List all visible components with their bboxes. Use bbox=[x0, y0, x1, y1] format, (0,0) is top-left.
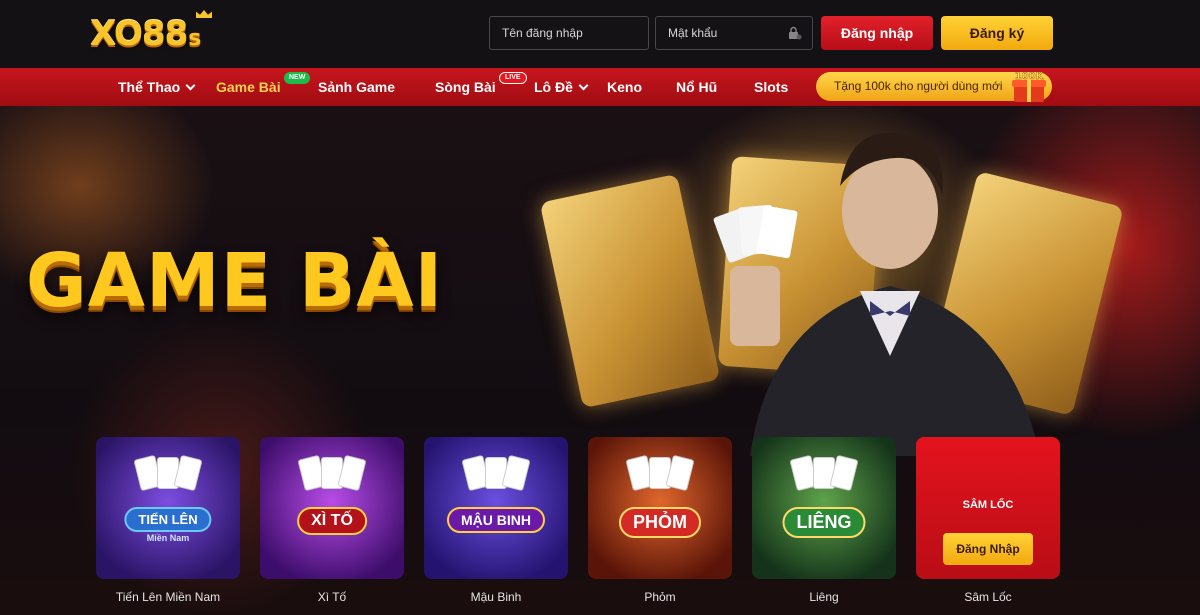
dealer-illustration bbox=[713, 133, 1040, 456]
game-plate: XÌ TỐ bbox=[297, 507, 367, 535]
game-plate-text: TIẾN LÊN bbox=[138, 512, 198, 527]
cards-icon bbox=[625, 454, 695, 501]
nav-label: Lô Đề bbox=[534, 79, 573, 95]
nav-item-the-thao[interactable]: Thể Thao bbox=[118, 68, 196, 106]
logo-text: XO88 bbox=[90, 14, 188, 54]
nav-item-slots[interactable]: Slots bbox=[754, 68, 788, 106]
cards-icon bbox=[297, 454, 367, 501]
logo-suffix: s bbox=[188, 26, 202, 51]
top-bar: XO88 s Tên đăng nhập Mật khẩu Đăng nhập … bbox=[0, 0, 1200, 68]
cards-icon bbox=[789, 454, 859, 501]
gift-text: 100K bbox=[1015, 71, 1045, 82]
game-plate-text: LIÊNG bbox=[796, 512, 852, 532]
game-label[interactable]: Phỏm bbox=[588, 590, 732, 604]
game-label[interactable]: Mậu Binh bbox=[424, 590, 568, 604]
nav-label: Sảnh Game bbox=[318, 79, 396, 95]
nav-item-game-bai[interactable]: Game Bài bbox=[216, 68, 281, 106]
gift-box-icon[interactable]: 100K bbox=[1006, 70, 1052, 104]
game-plate: MẬU BINH bbox=[447, 507, 545, 533]
game-label[interactable]: Liêng bbox=[752, 590, 896, 604]
game-plate-text: PHỎM bbox=[633, 512, 687, 532]
game-plate: PHỎM bbox=[619, 507, 701, 538]
game-plate-text: MẬU BINH bbox=[461, 512, 531, 528]
hero-title: GAME BÀI bbox=[26, 238, 444, 324]
cards-icon bbox=[461, 454, 531, 501]
game-label[interactable]: Tiến Lên Miền Nam bbox=[96, 590, 240, 604]
new-badge: NEW bbox=[284, 72, 311, 84]
nav-item-song-bai[interactable]: Sòng Bài bbox=[435, 68, 496, 106]
game-tile-xi-to[interactable]: XÌ TỐ bbox=[260, 437, 404, 579]
game-tile-sam-loc[interactable]: SÂM LỐC Đăng Nhập bbox=[916, 437, 1060, 579]
site-logo[interactable]: XO88 s bbox=[90, 10, 212, 54]
nav-item-lo-de[interactable]: Lô Đề bbox=[534, 68, 589, 106]
nav-label: Sòng Bài bbox=[435, 79, 496, 95]
password-placeholder: Mật khẩu bbox=[668, 26, 718, 40]
nav-label: Keno bbox=[607, 79, 642, 95]
nav-label: Slots bbox=[754, 79, 789, 95]
register-button[interactable]: Đăng ký bbox=[941, 16, 1053, 50]
nav-item-keno[interactable]: Keno bbox=[607, 68, 642, 106]
locked-game-title: SÂM LỐC bbox=[962, 499, 1014, 511]
chevron-down-icon bbox=[185, 80, 196, 91]
game-tile-lieng[interactable]: LIÊNG bbox=[752, 437, 896, 579]
game-tile-mau-binh[interactable]: MẬU BINH bbox=[424, 437, 568, 579]
login-button[interactable]: Đăng nhập bbox=[821, 16, 933, 50]
nav-label: Nổ Hũ bbox=[676, 79, 718, 95]
crown-icon bbox=[196, 10, 212, 18]
game-plate: TIẾN LÊN bbox=[124, 507, 212, 532]
nav-label: Thể Thao bbox=[118, 79, 181, 95]
game-tile-tien-len[interactable]: TIẾN LÊN Miền Nam bbox=[96, 437, 240, 579]
cards-icon bbox=[133, 454, 203, 501]
game-label[interactable]: Sâm Lốc bbox=[916, 590, 1060, 604]
game-plate-sub: Miền Nam bbox=[146, 533, 190, 543]
tile-login-button[interactable]: Đăng Nhập bbox=[943, 533, 1033, 565]
chevron-down-icon bbox=[578, 80, 589, 91]
page: XO88 s Tên đăng nhập Mật khẩu Đăng nhập … bbox=[0, 0, 1200, 615]
lock-eye-icon[interactable] bbox=[788, 26, 802, 40]
nav-label: Game Bài bbox=[216, 79, 281, 95]
live-badge: LIVE bbox=[499, 72, 527, 84]
username-input[interactable]: Tên đăng nhập bbox=[489, 16, 649, 50]
nav-item-sanh-game[interactable]: Sảnh Game bbox=[318, 68, 395, 106]
password-input[interactable]: Mật khẩu bbox=[655, 16, 813, 50]
game-tile-phom[interactable]: PHỎM bbox=[588, 437, 732, 579]
game-plate-text: XÌ TỐ bbox=[311, 512, 353, 529]
nav-item-no-hu[interactable]: Nổ Hũ bbox=[676, 68, 717, 106]
game-label[interactable]: Xì Tố bbox=[260, 590, 404, 604]
game-plate: LIÊNG bbox=[782, 507, 866, 538]
